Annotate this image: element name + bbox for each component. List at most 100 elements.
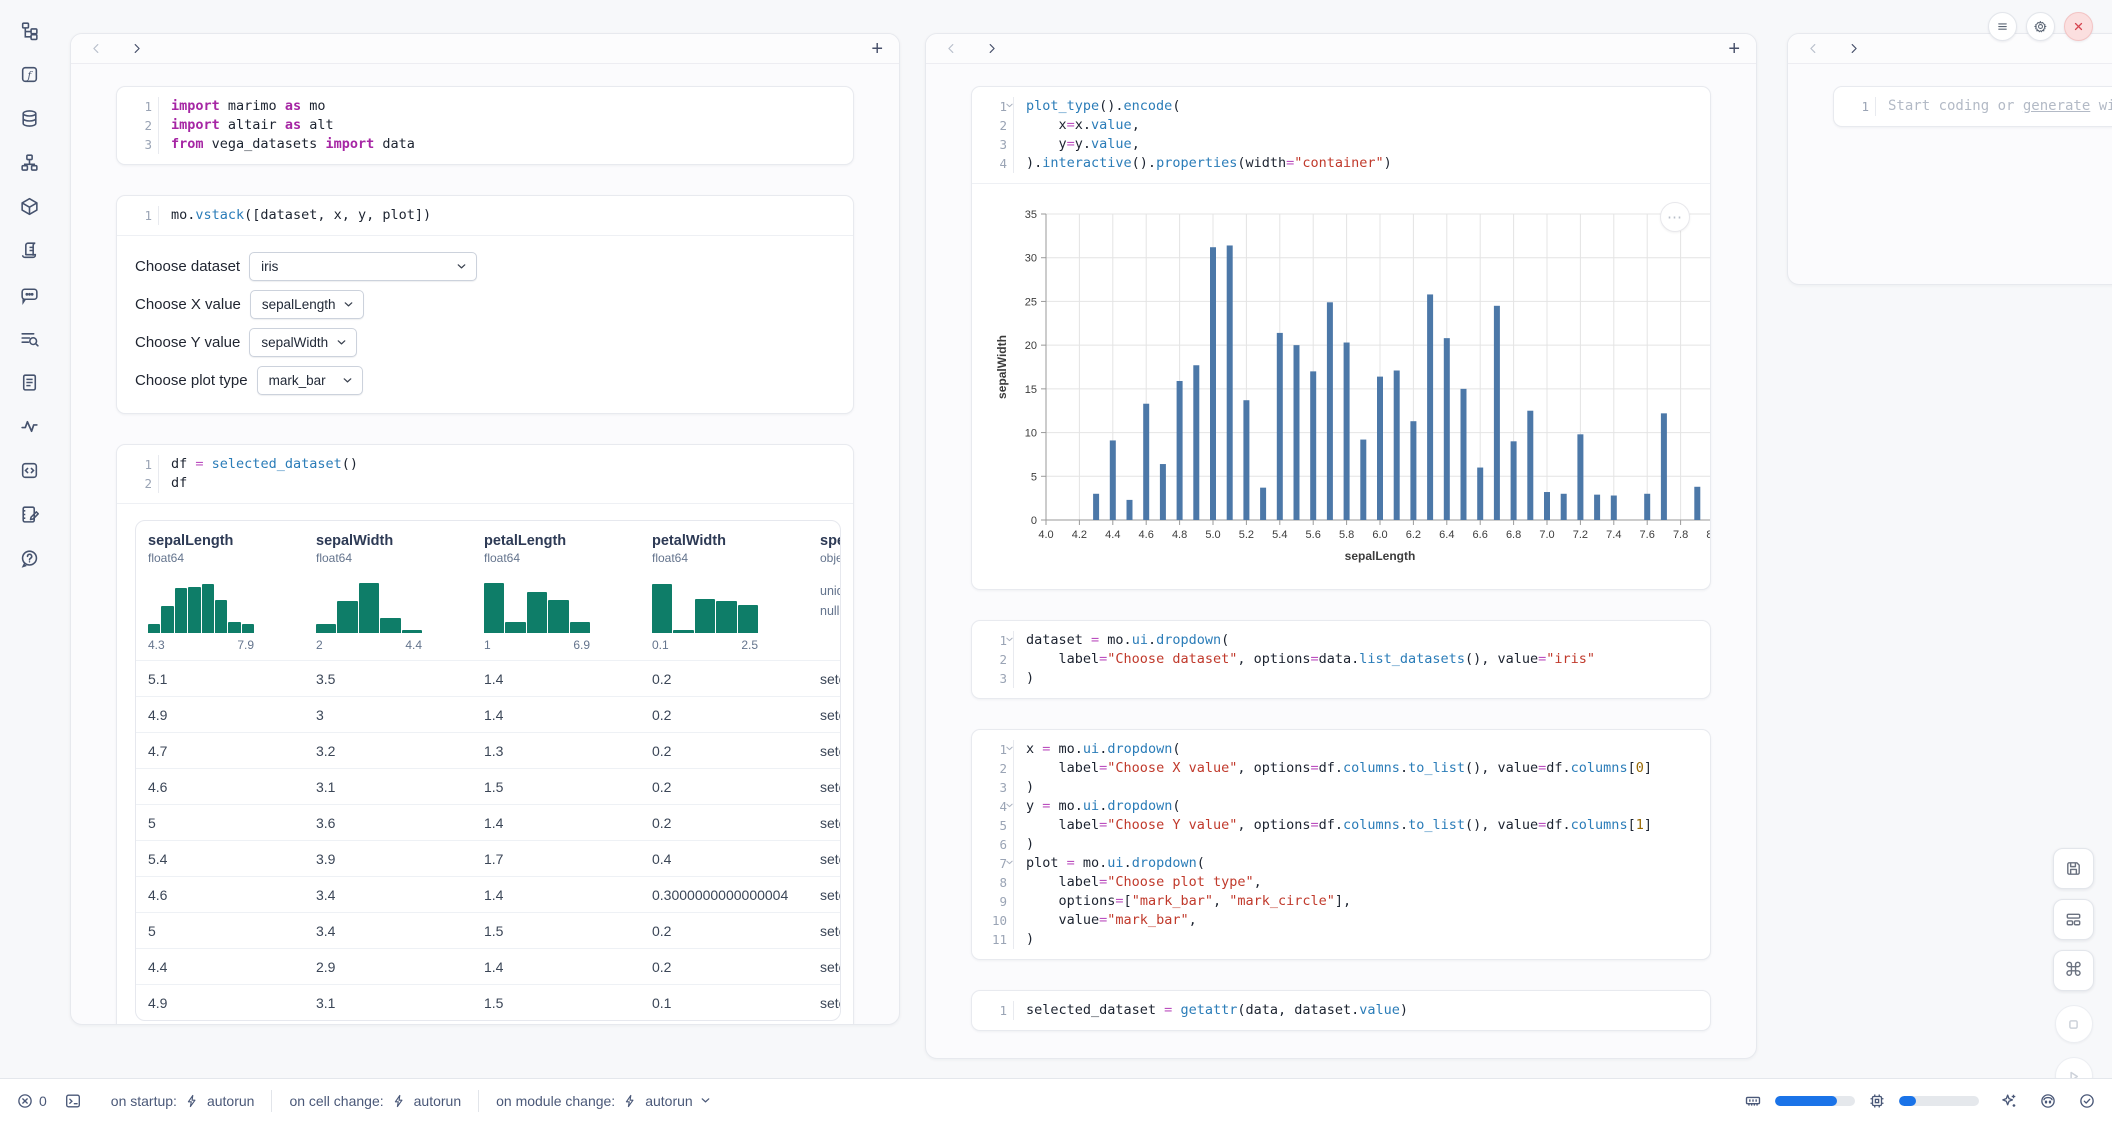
- column-header-petalWidth[interactable]: petalWidthfloat640.12.5: [640, 521, 808, 661]
- table-row[interactable]: 53.61.40.2setosa: [136, 805, 841, 841]
- move-column-left-button[interactable]: [1804, 40, 1822, 58]
- cell-code-editor[interactable]: 1dataset = mo.ui.dropdown(2 label="Choos…: [972, 621, 1710, 698]
- sidebar-item-dependency-graph[interactable]: [15, 148, 43, 176]
- shutdown-button[interactable]: [2064, 12, 2093, 41]
- run-config-2[interactable]: on module change:autorun: [479, 1093, 728, 1109]
- menu-icon: [1995, 19, 2010, 34]
- table-row[interactable]: 4.93.11.50.1setosa: [136, 985, 841, 1021]
- cell-code-editor[interactable]: 1Start coding or generate with AI: [1834, 87, 2112, 126]
- move-column-right-button[interactable]: [1844, 40, 1862, 58]
- cell-code-editor[interactable]: 1mo.vstack([dataset, x, y, plot]): [117, 196, 853, 235]
- table-cell: 3.4: [304, 913, 472, 949]
- table-row[interactable]: 4.73.21.30.2setosa: [136, 733, 841, 769]
- panel-middle-header: +: [926, 34, 1756, 64]
- cell-code-editor[interactable]: 1selected_dataset = getattr(data, datase…: [972, 991, 1710, 1030]
- line-number: 9: [972, 892, 1014, 911]
- table-row[interactable]: 4.931.40.2setosa: [136, 697, 841, 733]
- column-header-sepalWidth[interactable]: sepalWidthfloat6424.4: [304, 521, 472, 661]
- chart-menu-button[interactable]: ⋯: [1660, 202, 1690, 232]
- keyboard-shortcuts-button[interactable]: ⌘: [2053, 950, 2094, 991]
- column-header-species[interactable]: speciesobjectunique:nulls:: [808, 521, 841, 661]
- copilot-status-button[interactable]: [2039, 1092, 2057, 1110]
- table-row[interactable]: 5.43.91.70.4setosa: [136, 841, 841, 877]
- column-histogram: [652, 579, 758, 633]
- run-config-value: autorun: [645, 1093, 692, 1109]
- dropdown-choose-dataset[interactable]: iris: [249, 252, 477, 281]
- column-header-petalLength[interactable]: petalLengthfloat6416.9: [472, 521, 640, 661]
- line-number: 8: [972, 873, 1014, 892]
- table-row[interactable]: 4.42.91.40.2setosa: [136, 949, 841, 985]
- table-cell: 5: [136, 913, 304, 949]
- sidebar-item-scratchpad[interactable]: [15, 236, 43, 264]
- run-config-1[interactable]: on cell change:autorun: [272, 1093, 478, 1109]
- dropdown-choose-x-value[interactable]: sepalLength: [250, 290, 365, 319]
- layout-grid-icon: [2064, 910, 2083, 929]
- code-line: 2df: [117, 474, 853, 493]
- table-row[interactable]: 4.63.11.50.2setosa: [136, 769, 841, 805]
- move-column-left-button[interactable]: [942, 40, 960, 58]
- sidebar-item-packages[interactable]: [15, 192, 43, 220]
- file-tree-icon: [19, 20, 40, 41]
- layout-button[interactable]: [2053, 899, 2094, 940]
- ai-features-button[interactable]: [2000, 1092, 2018, 1110]
- fold-chevron-icon: [1005, 101, 1014, 110]
- errors-indicator[interactable]: 0: [16, 1092, 47, 1110]
- bar: [1427, 294, 1433, 520]
- sidebar-item-ai-chat[interactable]: [15, 280, 43, 308]
- cell-code-editor[interactable]: 1df = selected_dataset()2df: [117, 445, 853, 503]
- move-column-right-button[interactable]: [982, 40, 1000, 58]
- save-button[interactable]: [2053, 848, 2094, 889]
- sidebar-item-notes[interactable]: [15, 500, 43, 528]
- table-row[interactable]: 53.41.50.2setosa: [136, 913, 841, 949]
- column-name: sepalLength: [148, 533, 294, 549]
- generate-with-ai-link[interactable]: generate: [2023, 98, 2090, 114]
- table-header-row: sepalLengthfloat644.37.9sepalWidthfloat6…: [136, 521, 841, 661]
- sidebar-item-logs[interactable]: [15, 324, 43, 352]
- sidebar-item-tracing[interactable]: [15, 412, 43, 440]
- connection-status-button[interactable]: [2078, 1092, 2096, 1110]
- sidebar-item-snippets[interactable]: [15, 456, 43, 484]
- code-text: x=x.value,: [1014, 116, 1140, 135]
- terminal-button[interactable]: [64, 1092, 82, 1110]
- doc-icon: [19, 372, 40, 393]
- cell-code-editor[interactable]: 1plot_type().encode(2 x=x.value,3 y=y.va…: [972, 87, 1710, 183]
- column-header-sepalLength[interactable]: sepalLengthfloat644.37.9: [136, 521, 304, 661]
- histogram-bar: [505, 622, 525, 633]
- svg-text:5: 5: [1031, 471, 1037, 483]
- chevron-down-icon: [456, 261, 467, 272]
- settings-button[interactable]: [2026, 12, 2055, 41]
- bar: [1360, 440, 1366, 520]
- status-bar: 0 on startup:autorunon cell change:autor…: [0, 1078, 2112, 1122]
- cell-code-editor[interactable]: 1import marimo as mo2import altair as al…: [117, 87, 853, 164]
- bar: [1327, 302, 1333, 520]
- move-column-left-button[interactable]: [87, 40, 105, 58]
- svg-text:6.4: 6.4: [1439, 529, 1454, 541]
- notebook-menu-button[interactable]: [1988, 12, 2017, 41]
- bar-chart[interactable]: 4.04.24.44.64.85.05.25.45.65.86.06.26.46…: [990, 200, 1711, 568]
- move-column-right-button[interactable]: [127, 40, 145, 58]
- dropdown-choose-plot-type[interactable]: mark_bar: [257, 366, 363, 395]
- cell-code-editor[interactable]: 1x = mo.ui.dropdown(2 label="Choose X va…: [972, 730, 1710, 959]
- sidebar-item-documentation[interactable]: [15, 368, 43, 396]
- sidebar-item-datasources[interactable]: [15, 104, 43, 132]
- sidebar-item-help[interactable]: [15, 544, 43, 572]
- dropdown-value: iris: [261, 259, 278, 274]
- add-column-button[interactable]: +: [871, 39, 883, 59]
- code-line: 1mo.vstack([dataset, x, y, plot]): [117, 206, 853, 225]
- table-row[interactable]: 5.13.51.40.2setosa: [136, 661, 841, 697]
- table-cell: 2.9: [304, 949, 472, 985]
- notebook-cell: 1plot_type().encode(2 x=x.value,3 y=y.va…: [971, 86, 1711, 590]
- code-line: 2 label="Choose dataset", options=data.l…: [972, 650, 1710, 669]
- table-row[interactable]: 4.63.41.40.3000000000000004setosa: [136, 877, 841, 913]
- cell-output: Choose datasetirisChoose X valuesepalLen…: [117, 235, 853, 413]
- dropdown-choose-y-value[interactable]: sepalWidth: [249, 328, 357, 357]
- add-column-button[interactable]: +: [1728, 39, 1740, 59]
- stop-button[interactable]: [2055, 1005, 2093, 1043]
- sidebar-item-file-explorer[interactable]: [15, 16, 43, 44]
- sidebar-item-variables[interactable]: [15, 60, 43, 88]
- column-name: sepalWidth: [316, 533, 462, 549]
- run-config-value: autorun: [207, 1093, 254, 1109]
- bar: [1661, 413, 1667, 520]
- run-config-label: on cell change:: [289, 1093, 383, 1109]
- run-config-0[interactable]: on startup:autorun: [94, 1093, 272, 1109]
